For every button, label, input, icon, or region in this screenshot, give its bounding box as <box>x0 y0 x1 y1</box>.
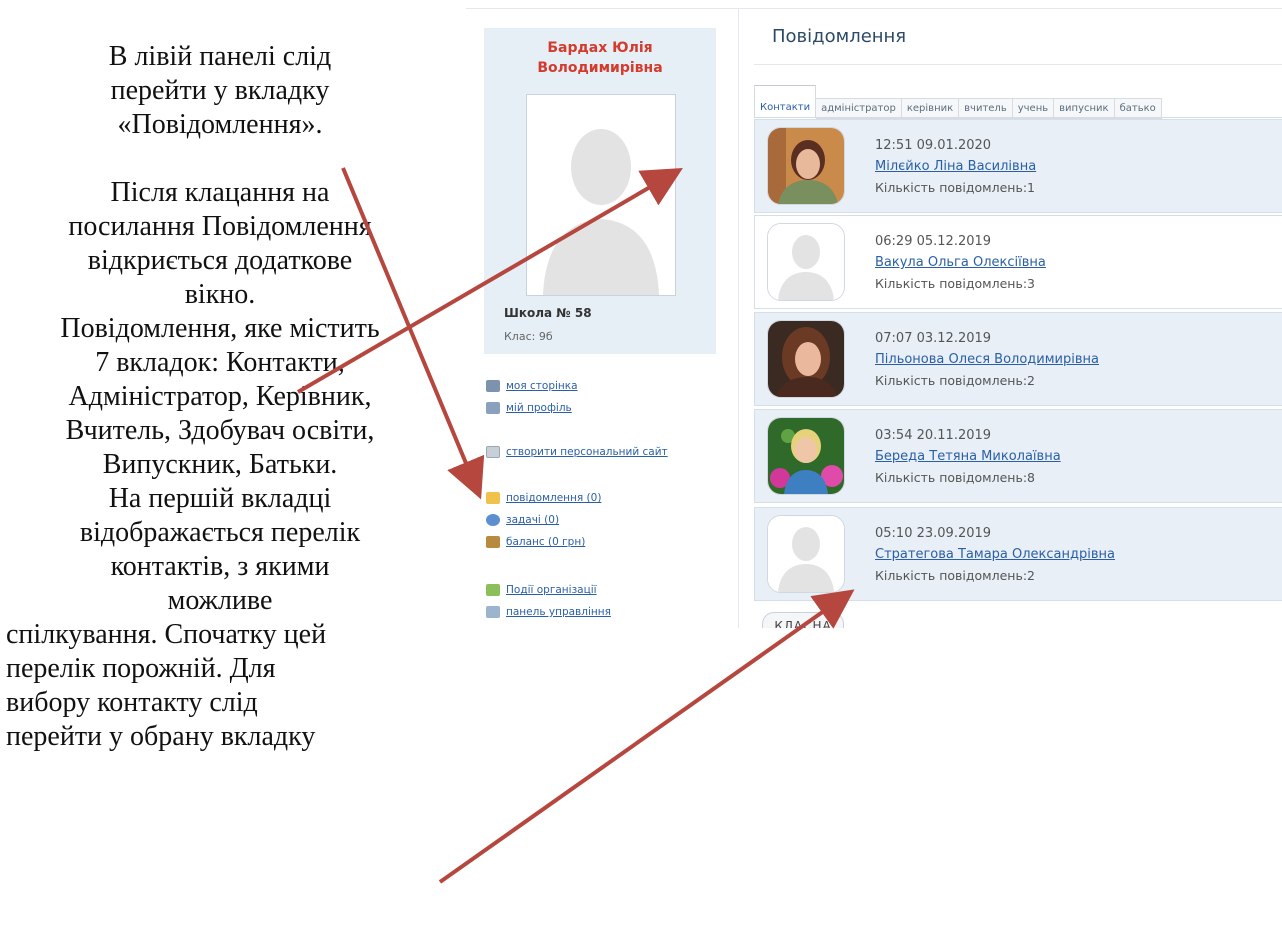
arrow-to-contacts <box>438 589 855 884</box>
doc-line: Вчитель, Здобувач освіти, <box>65 415 375 446</box>
contact-time: 03:54 20.11.2019 <box>875 428 992 443</box>
menu-item-my-profile[interactable]: мій профіль <box>486 400 572 416</box>
user-silhouette-icon <box>768 224 844 300</box>
doc-line: «Повідомлення». <box>117 109 323 140</box>
doc-line: перейти у обрану вкладку <box>6 721 316 752</box>
school-label: Школа № 58 <box>504 306 592 320</box>
coins-icon <box>486 536 500 548</box>
doc-line: відображається перелік <box>79 517 361 548</box>
divider <box>738 8 739 628</box>
divider <box>754 64 1282 65</box>
contact-time: 12:51 09.01.2020 <box>875 138 992 153</box>
doc-line: можливе <box>167 585 273 616</box>
menu-link[interactable]: панель управління <box>506 606 611 618</box>
tab-bar: Контакти адміністратор керівник вчитель … <box>754 85 1162 119</box>
class-button[interactable]: КЛАСНА <box>762 612 844 628</box>
menu-link[interactable]: повідомлення (0) <box>506 492 601 504</box>
menu-item-control-panel[interactable]: панель управління <box>486 604 611 620</box>
contact-photo-icon <box>768 321 844 397</box>
chat-bubbles-icon <box>486 584 500 596</box>
doc-line: 7 вкладок: Контакти, <box>95 347 345 378</box>
contact-name-link[interactable]: Стратегова Тамара Олександрівна <box>875 547 1115 562</box>
doc-line: На першій вкладці <box>108 483 332 514</box>
doc-line: вибору контакту слід <box>6 687 258 718</box>
tab-parent[interactable]: батько <box>1114 98 1162 119</box>
tab-teacher[interactable]: вчитель <box>959 98 1013 119</box>
tab-student[interactable]: учень <box>1012 98 1055 119</box>
avatar[interactable] <box>767 223 845 301</box>
doc-line: вікно. <box>184 279 256 310</box>
profile-name-line: Володимирівна <box>537 60 663 76</box>
contact-time: 06:29 05.12.2019 <box>875 234 992 249</box>
contact-name-link[interactable]: Береда Тетяна Миколаївна <box>875 449 1061 464</box>
contact-time: 05:10 23.09.2019 <box>875 526 992 541</box>
contact-row[interactable]: 06:29 05.12.2019 Вакула Ольга Олексіївна… <box>754 215 1282 309</box>
panel-icon <box>486 606 500 618</box>
doc-line: відкриється додаткове <box>87 245 353 276</box>
tab-contacts[interactable]: Контакти <box>754 85 817 118</box>
tab-manager[interactable]: керівник <box>901 98 960 119</box>
contact-row[interactable]: 05:10 23.09.2019 Стратегова Тамара Олекс… <box>754 507 1282 601</box>
embedded-screenshot: Бардах Юлія Володимирівна Школа № 58 Кла… <box>462 0 1282 628</box>
page-title: Повідомлення <box>772 26 907 47</box>
contact-row[interactable]: 03:54 20.11.2019 Береда Тетяна Миколаївн… <box>754 409 1282 503</box>
doc-line: перейти у вкладку <box>110 75 330 106</box>
menu-link[interactable]: баланс (0 грн) <box>506 536 585 548</box>
avatar[interactable] <box>767 515 845 593</box>
contact-row[interactable]: 07:07 03.12.2019 Пільонова Олеся Володим… <box>754 312 1282 406</box>
doc-line: контактів, з якими <box>110 551 330 582</box>
menu-item-create-site[interactable]: створити персональний сайт <box>486 444 668 460</box>
message-count: Кількість повідомлень:8 <box>875 470 1035 485</box>
book-icon <box>486 446 500 458</box>
avatar[interactable] <box>767 320 845 398</box>
message-count: Кількість повідомлень:1 <box>875 180 1035 195</box>
doc-line: В лівій панелі слід <box>108 41 332 72</box>
contact-time: 07:07 03.12.2019 <box>875 331 992 346</box>
menu-item-org-events[interactable]: Події організації <box>486 582 597 598</box>
contact-name-link[interactable]: Вакула Ольга Олексіївна <box>875 255 1046 270</box>
profile-card: Бардах Юлія Володимирівна Школа № 58 Кла… <box>484 28 716 354</box>
doc-line: перелік порожній. Для <box>6 653 276 684</box>
doc-line: Випускник, Батьки. <box>102 449 338 480</box>
menu-link[interactable]: Події організації <box>506 584 597 596</box>
contact-row[interactable]: 12:51 09.01.2020 Мілєйко Ліна Василівна … <box>754 119 1282 213</box>
instruction-text: В лівій панелі слід перейти у вкладку «П… <box>0 40 450 754</box>
doc-line: спілкування. Спочатку цей <box>6 619 327 650</box>
contact-photo-icon <box>768 128 844 204</box>
menu-link[interactable]: задачі (0) <box>506 514 559 526</box>
contact-photo-icon <box>768 418 844 494</box>
profile-name[interactable]: Бардах Юлія Володимирівна <box>484 38 716 78</box>
menu-link[interactable]: моя сторінка <box>506 380 578 392</box>
user-silhouette-icon <box>527 95 675 295</box>
menu-item-tasks[interactable]: задачі (0) <box>486 512 559 528</box>
doc-line: Після клацання на <box>110 177 330 208</box>
menu-link[interactable]: створити персональний сайт <box>506 446 668 458</box>
menu-link[interactable]: мій профіль <box>506 402 572 414</box>
contact-name-link[interactable]: Мілєйко Ліна Василівна <box>875 159 1036 174</box>
user-silhouette-icon <box>768 516 844 592</box>
divider <box>466 8 1282 9</box>
profile-name-line: Бардах Юлія <box>547 40 653 56</box>
divider <box>754 117 1282 118</box>
mail-icon <box>486 492 500 504</box>
doc-line: Повідомлення, яке містить <box>60 313 380 344</box>
tab-administrator[interactable]: адміністратор <box>816 98 902 119</box>
menu-item-my-page[interactable]: моя сторінка <box>486 378 578 394</box>
user-page-icon <box>486 380 500 392</box>
message-count: Кількість повідомлень:3 <box>875 276 1035 291</box>
profile-card-icon <box>486 402 500 414</box>
message-count: Кількість повідомлень:2 <box>875 373 1035 388</box>
class-label: Клас: 9б <box>504 330 553 343</box>
avatar[interactable] <box>767 127 845 205</box>
profile-photo[interactable] <box>526 94 676 296</box>
clock-icon <box>486 514 500 526</box>
message-count: Кількість повідомлень:2 <box>875 568 1035 583</box>
doc-line: Адміністратор, Керівник, <box>68 381 372 412</box>
menu-item-messages[interactable]: повідомлення (0) <box>486 490 601 506</box>
contact-name-link[interactable]: Пільонова Олеся Володимирівна <box>875 352 1099 367</box>
avatar[interactable] <box>767 417 845 495</box>
doc-line: посилання Повідомлення <box>68 211 372 242</box>
tab-graduate[interactable]: випусник <box>1054 98 1115 119</box>
menu-item-balance[interactable]: баланс (0 грн) <box>486 534 585 550</box>
